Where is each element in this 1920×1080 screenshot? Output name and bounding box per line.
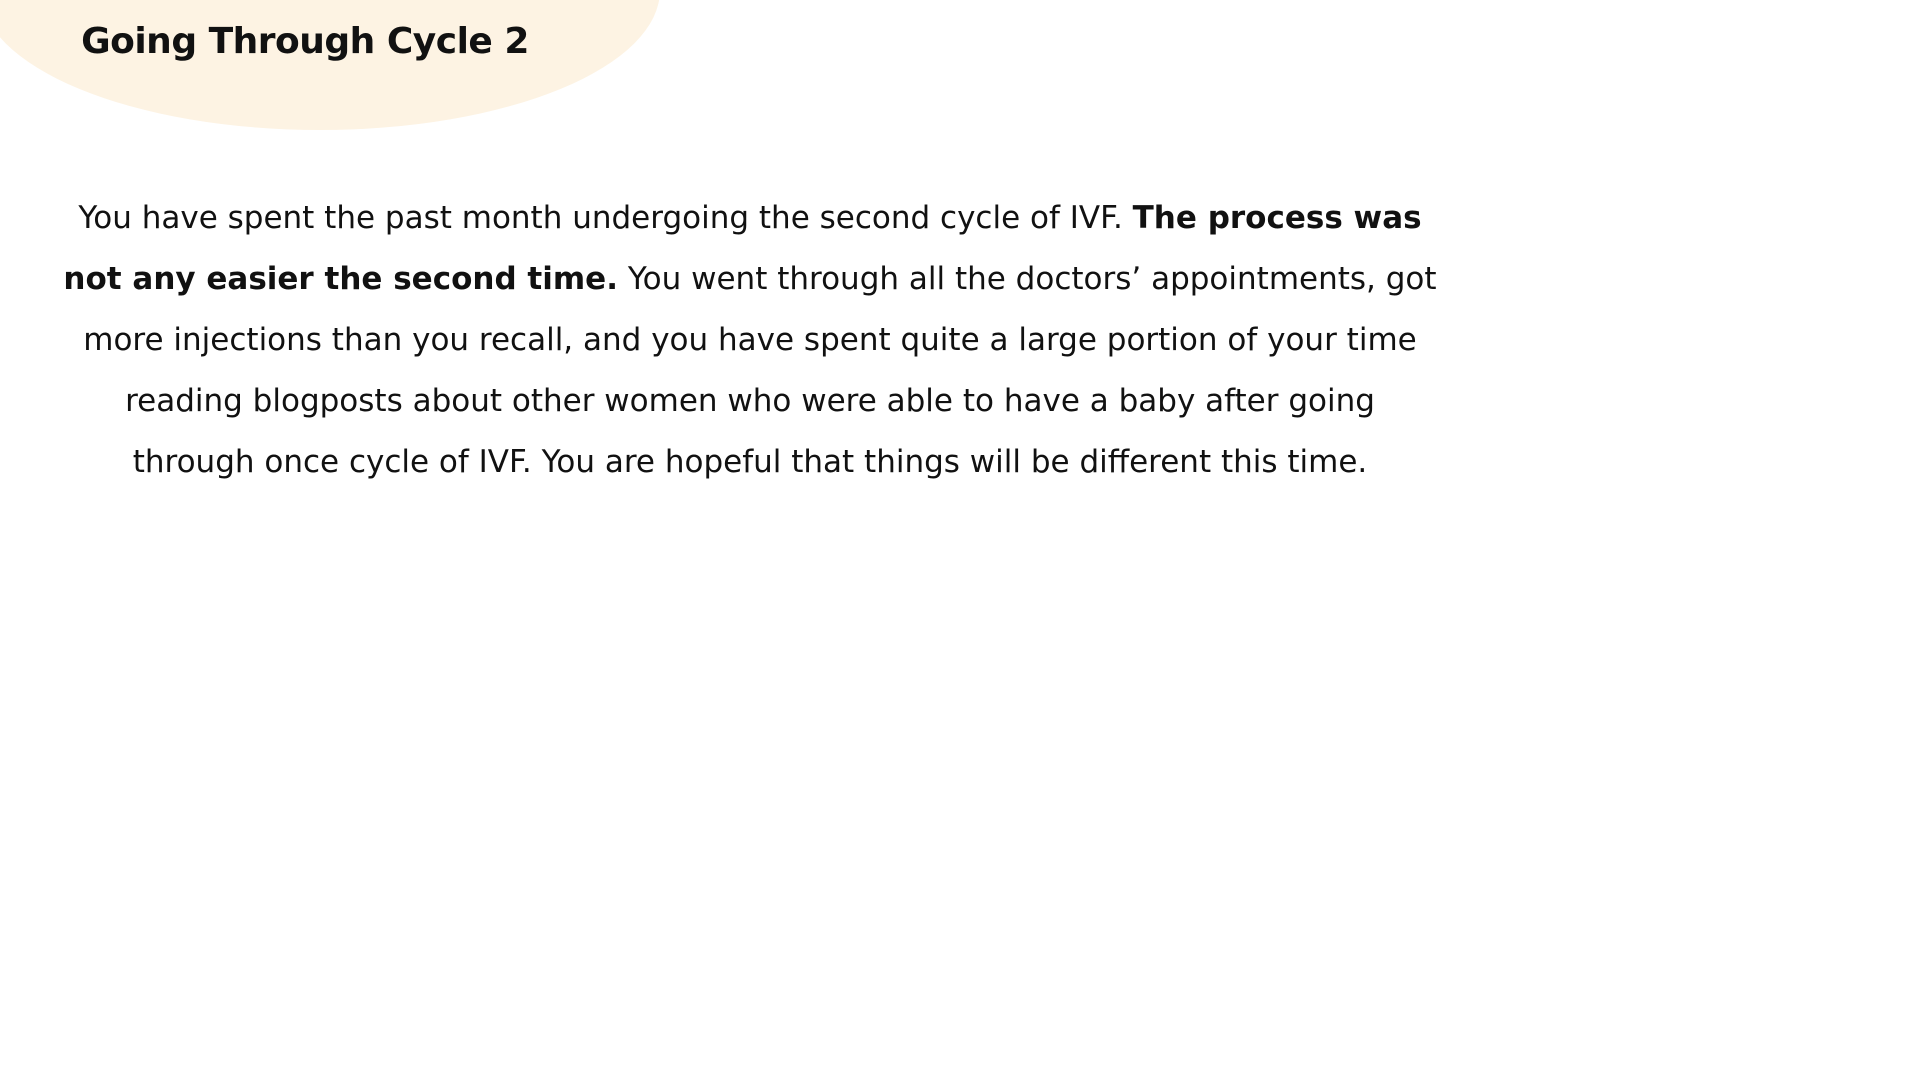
body-paragraph: You have spent the past month undergoing… bbox=[60, 188, 1440, 493]
slide-title: Going Through Cycle 2 bbox=[81, 21, 529, 62]
paragraph-text-intro: You have spent the past month undergoing… bbox=[78, 200, 1133, 236]
slide: Going Through Cycle 2 You have spent the… bbox=[0, 0, 1920, 1080]
